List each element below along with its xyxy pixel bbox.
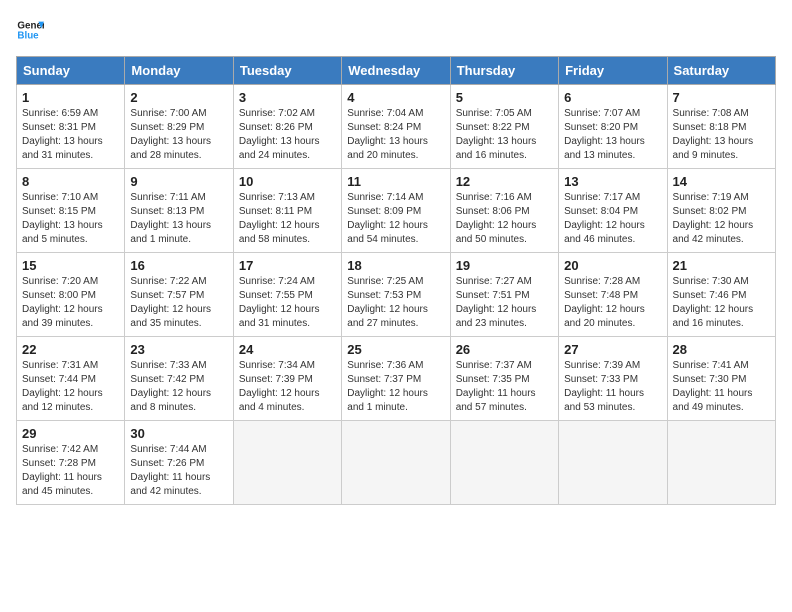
calendar-day-23: 23Sunrise: 7:33 AM Sunset: 7:42 PM Dayli… [125, 337, 233, 421]
weekday-header-saturday: Saturday [667, 57, 775, 85]
page-header: General Blue [16, 16, 776, 44]
calendar-day-22: 22Sunrise: 7:31 AM Sunset: 7:44 PM Dayli… [17, 337, 125, 421]
calendar-day-7: 7Sunrise: 7:08 AM Sunset: 8:18 PM Daylig… [667, 85, 775, 169]
weekday-header-sunday: Sunday [17, 57, 125, 85]
calendar-day-6: 6Sunrise: 7:07 AM Sunset: 8:20 PM Daylig… [559, 85, 667, 169]
weekday-header-tuesday: Tuesday [233, 57, 341, 85]
weekday-header-row: SundayMondayTuesdayWednesdayThursdayFrid… [17, 57, 776, 85]
calendar-day-4: 4Sunrise: 7:04 AM Sunset: 8:24 PM Daylig… [342, 85, 450, 169]
calendar-day-28: 28Sunrise: 7:41 AM Sunset: 7:30 PM Dayli… [667, 337, 775, 421]
calendar-day-13: 13Sunrise: 7:17 AM Sunset: 8:04 PM Dayli… [559, 169, 667, 253]
calendar-week-2: 8Sunrise: 7:10 AM Sunset: 8:15 PM Daylig… [17, 169, 776, 253]
calendar-day-11: 11Sunrise: 7:14 AM Sunset: 8:09 PM Dayli… [342, 169, 450, 253]
calendar-day-26: 26Sunrise: 7:37 AM Sunset: 7:35 PM Dayli… [450, 337, 558, 421]
calendar-day-12: 12Sunrise: 7:16 AM Sunset: 8:06 PM Dayli… [450, 169, 558, 253]
calendar-day-14: 14Sunrise: 7:19 AM Sunset: 8:02 PM Dayli… [667, 169, 775, 253]
calendar-day-empty [233, 421, 341, 505]
calendar-week-3: 15Sunrise: 7:20 AM Sunset: 8:00 PM Dayli… [17, 253, 776, 337]
calendar-day-20: 20Sunrise: 7:28 AM Sunset: 7:48 PM Dayli… [559, 253, 667, 337]
calendar-day-15: 15Sunrise: 7:20 AM Sunset: 8:00 PM Dayli… [17, 253, 125, 337]
calendar-week-4: 22Sunrise: 7:31 AM Sunset: 7:44 PM Dayli… [17, 337, 776, 421]
calendar-week-5: 29Sunrise: 7:42 AM Sunset: 7:28 PM Dayli… [17, 421, 776, 505]
calendar-day-5: 5Sunrise: 7:05 AM Sunset: 8:22 PM Daylig… [450, 85, 558, 169]
logo-icon: General Blue [16, 16, 44, 44]
calendar-day-19: 19Sunrise: 7:27 AM Sunset: 7:51 PM Dayli… [450, 253, 558, 337]
calendar-day-27: 27Sunrise: 7:39 AM Sunset: 7:33 PM Dayli… [559, 337, 667, 421]
weekday-header-wednesday: Wednesday [342, 57, 450, 85]
calendar-table: SundayMondayTuesdayWednesdayThursdayFrid… [16, 56, 776, 505]
logo: General Blue [16, 16, 44, 44]
calendar-day-30: 30Sunrise: 7:44 AM Sunset: 7:26 PM Dayli… [125, 421, 233, 505]
calendar-day-empty [450, 421, 558, 505]
calendar-day-1: 1Sunrise: 6:59 AM Sunset: 8:31 PM Daylig… [17, 85, 125, 169]
calendar-day-3: 3Sunrise: 7:02 AM Sunset: 8:26 PM Daylig… [233, 85, 341, 169]
calendar-day-18: 18Sunrise: 7:25 AM Sunset: 7:53 PM Dayli… [342, 253, 450, 337]
calendar-day-29: 29Sunrise: 7:42 AM Sunset: 7:28 PM Dayli… [17, 421, 125, 505]
calendar-day-16: 16Sunrise: 7:22 AM Sunset: 7:57 PM Dayli… [125, 253, 233, 337]
calendar-day-25: 25Sunrise: 7:36 AM Sunset: 7:37 PM Dayli… [342, 337, 450, 421]
calendar-day-empty [342, 421, 450, 505]
calendar-day-17: 17Sunrise: 7:24 AM Sunset: 7:55 PM Dayli… [233, 253, 341, 337]
calendar-week-1: 1Sunrise: 6:59 AM Sunset: 8:31 PM Daylig… [17, 85, 776, 169]
calendar-day-empty [667, 421, 775, 505]
calendar-day-10: 10Sunrise: 7:13 AM Sunset: 8:11 PM Dayli… [233, 169, 341, 253]
calendar-day-8: 8Sunrise: 7:10 AM Sunset: 8:15 PM Daylig… [17, 169, 125, 253]
calendar-day-2: 2Sunrise: 7:00 AM Sunset: 8:29 PM Daylig… [125, 85, 233, 169]
weekday-header-monday: Monday [125, 57, 233, 85]
calendar-day-21: 21Sunrise: 7:30 AM Sunset: 7:46 PM Dayli… [667, 253, 775, 337]
weekday-header-friday: Friday [559, 57, 667, 85]
calendar-day-empty [559, 421, 667, 505]
calendar-day-24: 24Sunrise: 7:34 AM Sunset: 7:39 PM Dayli… [233, 337, 341, 421]
weekday-header-thursday: Thursday [450, 57, 558, 85]
svg-text:Blue: Blue [17, 30, 39, 41]
calendar-day-9: 9Sunrise: 7:11 AM Sunset: 8:13 PM Daylig… [125, 169, 233, 253]
